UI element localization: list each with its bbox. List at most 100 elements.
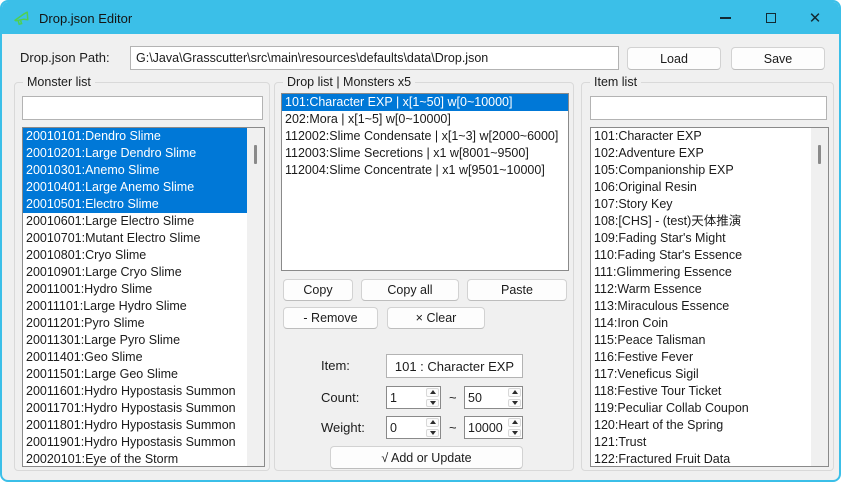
copy-all-button[interactable]: Copy all	[361, 279, 459, 301]
spin-down-button[interactable]	[426, 399, 439, 408]
list-item[interactable]: 20011801:Hydro Hypostasis Summon	[23, 417, 247, 434]
list-item[interactable]: 117:Veneficus Sigil	[591, 366, 811, 383]
spin-up-button[interactable]	[508, 388, 521, 397]
weight-label: Weight:	[321, 420, 365, 435]
item-field[interactable]: 101 : Character EXP	[386, 354, 523, 378]
down-arrow-icon	[430, 431, 436, 435]
list-item[interactable]: 105:Companionship EXP	[591, 162, 811, 179]
list-item[interactable]: 106:Original Resin	[591, 179, 811, 196]
list-item[interactable]: 20011201:Pyro Slime	[23, 315, 247, 332]
spin-up-button[interactable]	[426, 388, 439, 397]
drop-listbox[interactable]: 101:Character EXP | x[1~50] w[0~10000]20…	[281, 93, 569, 271]
list-item[interactable]: 118:Festive Tour Ticket	[591, 383, 811, 400]
list-item[interactable]: 20011301:Large Pyro Slime	[23, 332, 247, 349]
monster-listbox[interactable]: 20010101:Dendro Slime20010201:Large Dend…	[22, 127, 265, 467]
list-item[interactable]: 20010201:Large Dendro Slime	[23, 145, 247, 162]
path-input[interactable]	[130, 46, 619, 70]
clear-button[interactable]: × Clear	[387, 307, 485, 329]
monster-list-group: Monster list 20010101:Dendro Slime200102…	[14, 82, 270, 471]
list-item[interactable]: 112004:Slime Concentrate | x1 w[9501~100…	[282, 162, 568, 179]
list-item[interactable]: 108:[CHS] - (test)天体推演	[591, 213, 811, 230]
list-item[interactable]: 20011901:Hydro Hypostasis Summon	[23, 434, 247, 451]
scrollbar-thumb[interactable]	[818, 145, 821, 164]
item-list-group: Item list 101:Character EXP102:Adventure…	[581, 82, 834, 471]
count-max-input[interactable]	[465, 387, 507, 408]
list-item[interactable]: 20010701:Mutant Electro Slime	[23, 230, 247, 247]
list-item[interactable]: 116:Festive Fever	[591, 349, 811, 366]
spin-up-button[interactable]	[426, 418, 439, 427]
list-item[interactable]: 20010901:Large Cryo Slime	[23, 264, 247, 281]
weight-min-spinner	[386, 416, 441, 439]
save-button[interactable]: Save	[731, 47, 825, 70]
list-item[interactable]: 121:Trust	[591, 434, 811, 451]
list-item[interactable]: 119:Peculiar Collab Coupon	[591, 400, 811, 417]
list-item[interactable]: 20010401:Large Anemo Slime	[23, 179, 247, 196]
list-item[interactable]: 101:Character EXP	[591, 128, 811, 145]
minimize-icon	[720, 17, 731, 19]
down-arrow-icon	[512, 431, 518, 435]
list-item[interactable]: 20011101:Large Hydro Slime	[23, 298, 247, 315]
spin-down-button[interactable]	[426, 429, 439, 438]
close-icon: ✕	[809, 11, 822, 26]
count-min-input[interactable]	[387, 387, 425, 408]
up-arrow-icon	[512, 420, 518, 424]
weight-max-input[interactable]	[465, 417, 507, 438]
scrollbar-track[interactable]	[811, 128, 828, 466]
spin-down-button[interactable]	[508, 429, 521, 438]
spin-down-button[interactable]	[508, 399, 521, 408]
remove-button[interactable]: - Remove	[283, 307, 378, 329]
weight-min-input[interactable]	[387, 417, 425, 438]
spin-up-button[interactable]	[508, 418, 521, 427]
app-window: Drop.json Editor ✕ Drop.json Path: Load …	[0, 0, 841, 482]
list-item[interactable]: 112:Warm Essence	[591, 281, 811, 298]
minimize-button[interactable]	[707, 2, 743, 34]
item-filter-input[interactable]	[590, 96, 827, 120]
weight-range-separator: ~	[449, 420, 457, 435]
up-arrow-icon	[430, 420, 436, 424]
count-min-spinner	[386, 386, 441, 409]
spin-buttons	[507, 417, 522, 438]
list-item[interactable]: 111:Glimmering Essence	[591, 264, 811, 281]
down-arrow-icon	[430, 401, 436, 405]
list-item[interactable]: 110:Fading Star's Essence	[591, 247, 811, 264]
monster-filter-input[interactable]	[22, 96, 263, 120]
list-item[interactable]: 20011501:Large Geo Slime	[23, 366, 247, 383]
item-listbox[interactable]: 101:Character EXP102:Adventure EXP105:Co…	[590, 127, 829, 467]
count-range-separator: ~	[449, 390, 457, 405]
list-item[interactable]: 122:Fractured Fruit Data	[591, 451, 811, 467]
paste-button[interactable]: Paste	[467, 279, 567, 301]
list-item[interactable]: 102:Adventure EXP	[591, 145, 811, 162]
megaphone-icon	[13, 10, 30, 27]
list-item[interactable]: 20010101:Dendro Slime	[23, 128, 247, 145]
list-item[interactable]: 20010801:Cryo Slime	[23, 247, 247, 264]
list-item[interactable]: 109:Fading Star's Might	[591, 230, 811, 247]
list-item[interactable]: 107:Story Key	[591, 196, 811, 213]
close-button[interactable]: ✕	[797, 2, 833, 34]
list-item[interactable]: 202:Mora | x[1~5] w[0~10000]	[282, 111, 568, 128]
list-item[interactable]: 20010301:Anemo Slime	[23, 162, 247, 179]
list-item[interactable]: 115:Peace Talisman	[591, 332, 811, 349]
spin-buttons	[425, 387, 440, 408]
list-item[interactable]: 20020101:Eye of the Storm	[23, 451, 247, 467]
load-button[interactable]: Load	[627, 47, 721, 70]
list-item[interactable]: 20011701:Hydro Hypostasis Summon	[23, 400, 247, 417]
list-item[interactable]: 20010601:Large Electro Slime	[23, 213, 247, 230]
list-item[interactable]: 120:Heart of the Spring	[591, 417, 811, 434]
list-item[interactable]: 113:Miraculous Essence	[591, 298, 811, 315]
scrollbar-track[interactable]	[247, 128, 264, 466]
maximize-button[interactable]	[753, 2, 789, 34]
scrollbar-thumb[interactable]	[254, 145, 257, 164]
list-item[interactable]: 112002:Slime Condensate | x[1~3] w[2000~…	[282, 128, 568, 145]
add-or-update-button[interactable]: √ Add or Update	[330, 446, 523, 469]
list-item[interactable]: 20010501:Electro Slime	[23, 196, 247, 213]
list-item[interactable]: 112003:Slime Secretions | x1 w[8001~9500…	[282, 145, 568, 162]
list-item[interactable]: 20011401:Geo Slime	[23, 349, 247, 366]
list-item[interactable]: 20011001:Hydro Slime	[23, 281, 247, 298]
list-item[interactable]: 114:Iron Coin	[591, 315, 811, 332]
list-item[interactable]: 101:Character EXP | x[1~50] w[0~10000]	[282, 94, 568, 111]
drop-list-group: Drop list | Monsters x5 101:Character EX…	[274, 82, 574, 471]
spin-buttons	[507, 387, 522, 408]
list-item[interactable]: 20011601:Hydro Hypostasis Summon	[23, 383, 247, 400]
copy-button[interactable]: Copy	[283, 279, 353, 301]
down-arrow-icon	[512, 401, 518, 405]
